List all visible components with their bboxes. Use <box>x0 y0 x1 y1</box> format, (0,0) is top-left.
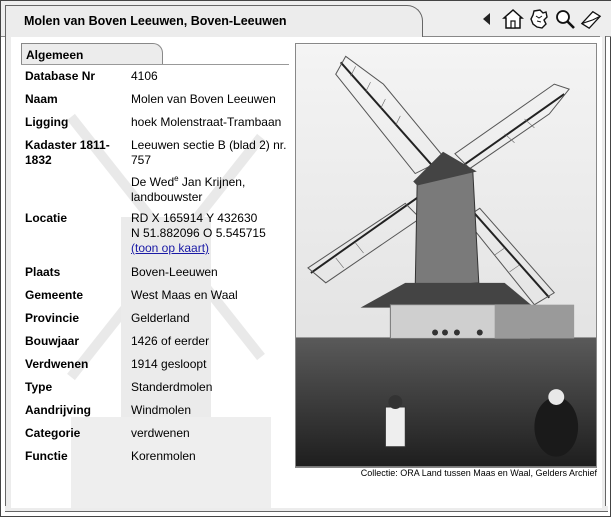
content-panel: Algemeen Database Nr 4106 Naam Molen van… <box>11 37 602 508</box>
field-label: Bouwjaar <box>25 334 80 348</box>
back-arrow-icon[interactable] <box>476 8 498 30</box>
field-value: De Wede Jan Krijnen, landbouwster <box>131 171 296 205</box>
map-icon[interactable] <box>528 8 550 30</box>
field-label: Locatie <box>25 211 68 225</box>
window-frame: Molen van Boven Leeuwen, Boven-Leeuwen A… <box>0 0 611 517</box>
field-label: Functie <box>25 449 68 463</box>
tab-algemeen-label: Algemeen <box>26 48 84 62</box>
field-value: Molen van Boven Leeuwen <box>131 92 276 106</box>
home-icon[interactable] <box>502 8 524 30</box>
field-label: Ligging <box>25 115 69 129</box>
locatie-nwse: N 51.882096 O 5.545715 <box>131 226 266 240</box>
field-label: Plaats <box>25 265 61 279</box>
field-label: Naam <box>25 92 58 106</box>
title-tab: Molen van Boven Leeuwen, Boven-Leeuwen <box>5 5 423 37</box>
field-value: Windmolen <box>131 403 192 417</box>
field-label: Provincie <box>25 311 80 325</box>
tab-algemeen[interactable]: Algemeen <box>21 43 163 65</box>
field-value: Standerdmolen <box>131 380 213 394</box>
owner-prefix: De Wed <box>131 175 175 189</box>
field-value: RD X 165914 Y 432630 N 51.882096 O 5.545… <box>131 211 296 256</box>
photo-caption: Collectie: ORA Land tussen Maas en Waal,… <box>360 468 597 478</box>
locatie-rd: RD X 165914 Y 432630 <box>131 211 258 225</box>
field-value: 4106 <box>131 69 158 83</box>
show-on-map-link[interactable]: (toon op kaart) <box>131 241 209 255</box>
field-value: Gelderland <box>131 311 190 325</box>
windmill-photo[interactable] <box>295 43 597 468</box>
field-value: West Maas en Waal <box>131 288 238 302</box>
field-value: hoek Molenstraat-Trambaan <box>131 115 282 129</box>
field-value: Leeuwen sectie B (blad 2) nr. 757 <box>131 138 287 167</box>
search-icon[interactable] <box>554 8 576 30</box>
field-label: Categorie <box>25 426 81 440</box>
field-value: 1914 gesloopt <box>131 357 207 371</box>
mail-icon[interactable] <box>580 8 602 30</box>
window-title: Molen van Boven Leeuwen, Boven-Leeuwen <box>24 14 287 28</box>
field-label: Verdwenen <box>25 357 89 371</box>
field-label: Type <box>25 380 53 394</box>
field-label: Database Nr <box>25 69 96 83</box>
toolbar <box>476 8 602 30</box>
field-label: Kadaster 1811-1832 <box>25 138 110 167</box>
tab-underline <box>21 64 289 65</box>
field-label: Gemeente <box>25 288 84 302</box>
field-label: Aandrijving <box>25 403 92 417</box>
field-value: 1426 of eerder <box>131 334 210 348</box>
field-value: Korenmolen <box>131 449 196 463</box>
field-value: Boven-Leeuwen <box>131 265 218 279</box>
field-value: verdwenen <box>131 426 190 440</box>
